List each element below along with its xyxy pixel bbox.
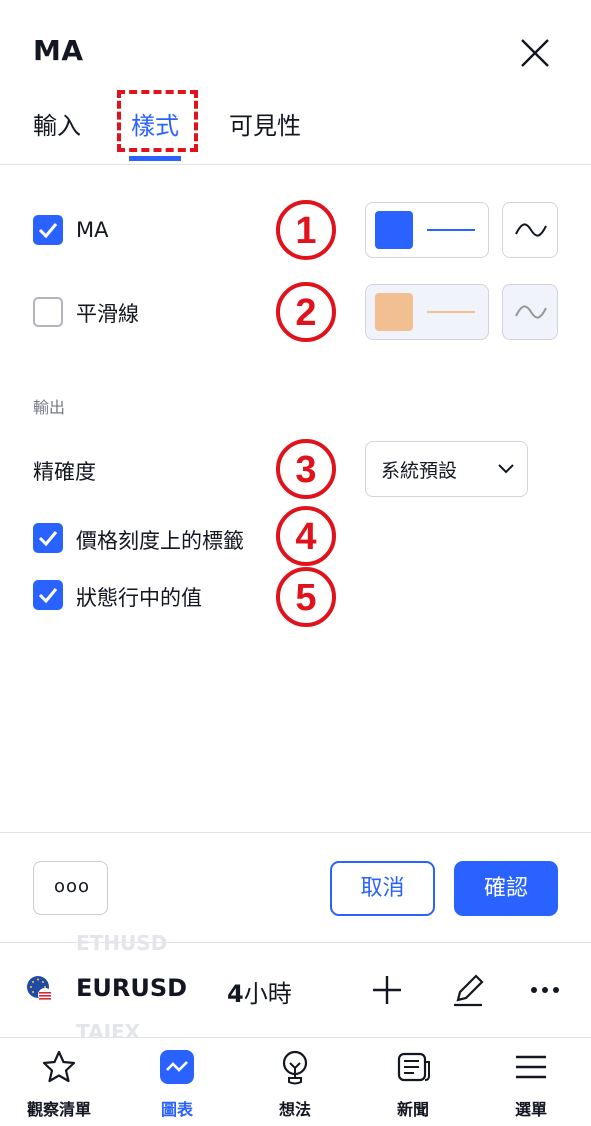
callout-1: 1 xyxy=(275,199,337,261)
active-tab-indicator xyxy=(129,156,181,161)
interval-unit: 小時 xyxy=(243,980,292,1008)
smoothing-line-style-button[interactable] xyxy=(502,284,558,340)
nav-chart-label: 圖表 xyxy=(160,1100,193,1119)
callout-2: 2 xyxy=(275,281,337,343)
nav-watchlist[interactable]: 觀察清單 xyxy=(0,1038,118,1126)
svg-text:5: 5 xyxy=(295,577,316,619)
status-line-row: 狀態行中的值 5 xyxy=(0,566,591,627)
nav-watchlist-label: 觀察清單 xyxy=(26,1100,91,1119)
close-button[interactable] xyxy=(516,34,554,72)
ma-label: MA xyxy=(76,218,109,242)
tab-inputs[interactable]: 輸入 xyxy=(33,106,81,141)
nav-menu-label: 選單 xyxy=(514,1100,547,1119)
check-icon xyxy=(38,588,58,604)
ma-color-swatch xyxy=(375,211,413,249)
price-scale-checkbox[interactable] xyxy=(33,523,63,553)
nav-chart[interactable]: 圖表 xyxy=(118,1038,236,1126)
wave-icon xyxy=(515,305,547,319)
chevron-down-icon xyxy=(498,464,514,474)
dialog-header: MA 輸入 樣式 可見性 xyxy=(0,0,591,165)
tab-style[interactable]: 樣式 xyxy=(131,106,179,141)
nav-ideas-label: 想法 xyxy=(278,1100,311,1119)
status-line-checkbox[interactable] xyxy=(33,580,63,610)
bottom-navigation: 觀察清單 圖表 想法 新聞 選單 xyxy=(0,1037,591,1126)
chart-icon xyxy=(160,1050,194,1084)
precision-value: 系統預設 xyxy=(381,460,458,482)
ma-line-style-button[interactable] xyxy=(502,202,558,258)
smoothing-line-preview xyxy=(427,311,475,313)
eu-us-flag-icon xyxy=(27,976,52,1002)
nav-news-label: 新聞 xyxy=(396,1100,429,1119)
nav-news[interactable]: 新聞 xyxy=(354,1038,472,1126)
confirm-button[interactable]: 確認 xyxy=(454,861,558,916)
ma-color-picker[interactable] xyxy=(365,202,489,258)
star-icon xyxy=(42,1050,76,1083)
check-icon xyxy=(38,531,58,547)
close-icon xyxy=(521,39,549,67)
plus-icon[interactable] xyxy=(367,970,407,1010)
tab-bar: 輸入 樣式 可見性 xyxy=(0,90,591,165)
style-row-ma: MA 1 xyxy=(0,199,591,261)
interval-selector[interactable]: 4小時 xyxy=(227,974,292,1009)
style-row-smoothing: 平滑線 2 xyxy=(0,281,591,343)
precision-label: 精確度 xyxy=(33,460,96,484)
precision-row: 精確度 3 系統預設 xyxy=(0,438,591,500)
precision-select[interactable]: 系統預設 xyxy=(365,441,528,497)
more-dots-icon: ooo xyxy=(54,876,91,897)
smoothing-checkbox[interactable] xyxy=(33,297,63,327)
interval-number: 4 xyxy=(227,980,244,1008)
symbol-name[interactable]: EURUSD xyxy=(76,974,187,1002)
ma-line-preview xyxy=(427,229,475,231)
smoothing-label: 平滑線 xyxy=(76,302,139,326)
output-section-label: 輸出 xyxy=(33,398,66,417)
status-line-label: 狀態行中的值 xyxy=(76,586,202,610)
callout-5: 5 xyxy=(275,566,337,628)
nav-ideas[interactable]: 想法 xyxy=(236,1038,354,1126)
wave-icon xyxy=(515,223,547,237)
lightbulb-icon xyxy=(282,1050,308,1085)
menu-icon xyxy=(516,1055,546,1079)
dialog-title: MA xyxy=(33,34,84,67)
check-icon xyxy=(38,223,58,239)
footer-divider xyxy=(0,832,591,833)
svg-text:3: 3 xyxy=(295,449,316,491)
smoothing-color-picker[interactable] xyxy=(365,284,489,340)
price-scale-row: 價格刻度上的標籤 4 xyxy=(0,505,591,567)
cancel-button[interactable]: 取消 xyxy=(330,861,435,916)
ghost-symbol-above: ETHUSD xyxy=(76,931,168,955)
callout-4: 4 xyxy=(275,505,337,567)
callout-3: 3 xyxy=(275,438,337,500)
more-horizontal-icon[interactable] xyxy=(525,970,565,1010)
pen-icon[interactable] xyxy=(448,970,488,1010)
price-scale-label: 價格刻度上的標籤 xyxy=(76,529,244,553)
news-icon xyxy=(397,1052,430,1082)
smoothing-color-swatch xyxy=(375,293,413,331)
svg-text:2: 2 xyxy=(295,292,316,334)
ma-checkbox[interactable] xyxy=(33,215,63,245)
tab-visibility[interactable]: 可見性 xyxy=(229,106,301,141)
nav-menu[interactable]: 選單 xyxy=(472,1038,590,1126)
svg-text:1: 1 xyxy=(295,210,316,252)
more-options-button[interactable]: ooo xyxy=(33,861,108,915)
svg-text:4: 4 xyxy=(295,516,316,558)
